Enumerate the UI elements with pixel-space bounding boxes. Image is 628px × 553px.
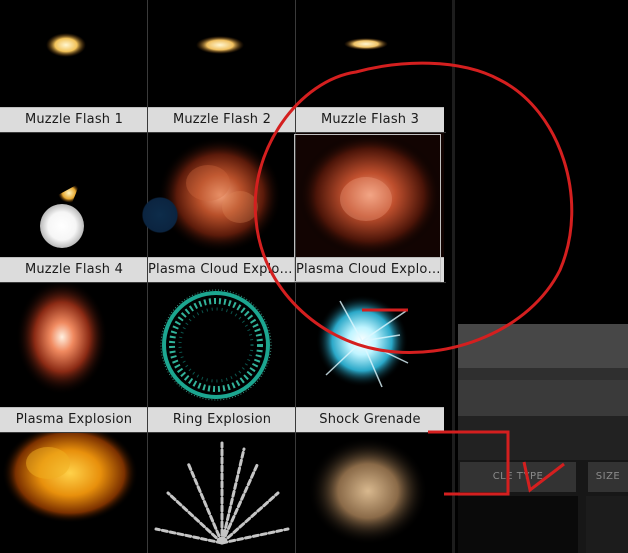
- particle-preview-dot: [40, 204, 84, 248]
- effect-label: Muzzle Flash 3: [296, 107, 444, 132]
- particle-properties-panel: CLE TYPE SIZE: [458, 324, 628, 553]
- panel-toolbar: [458, 380, 628, 416]
- panel-header: [458, 324, 628, 368]
- effect-tile-ring-explosion[interactable]: Ring Explosion: [148, 283, 296, 432]
- effect-tile-muzzle-flash-2[interactable]: Muzzle Flash 2: [148, 0, 296, 132]
- effect-label: Shock Grenade: [296, 407, 444, 432]
- fire-explosion-thumbnail: [2, 433, 138, 523]
- effect-tile-muzzle-flash-3[interactable]: Muzzle Flash 3: [296, 0, 444, 132]
- column-header-particle-type[interactable]: CLE TYPE: [460, 462, 576, 492]
- grid-divider: [147, 0, 148, 553]
- effect-tile-shock-grenade[interactable]: Shock Grenade: [296, 283, 444, 432]
- panel-separator: [458, 368, 628, 380]
- particle-preview-area: [458, 496, 578, 553]
- effect-label: Muzzle Flash 4: [0, 257, 148, 282]
- grid-divider: [0, 432, 446, 433]
- column-header-size[interactable]: SIZE: [588, 462, 628, 492]
- effect-label: Plasma Cloud Explos...: [296, 257, 444, 282]
- effect-tile-spark-burst[interactable]: [148, 433, 296, 553]
- effect-tile-plasma-explosion[interactable]: Plasma Explosion: [0, 283, 148, 432]
- grid-divider: [295, 0, 296, 553]
- grid-divider: [0, 282, 446, 283]
- effect-label: Ring Explosion: [148, 407, 296, 432]
- grid-scrollbar[interactable]: [452, 0, 455, 553]
- size-column-area: [586, 496, 628, 553]
- effect-tile-smoke-cloud[interactable]: [296, 433, 444, 553]
- grid-divider: [0, 132, 446, 133]
- effect-label: Muzzle Flash 2: [148, 107, 296, 132]
- size-control-knob[interactable]: [140, 195, 180, 235]
- effect-label: Plasma Explosion: [0, 407, 148, 432]
- effect-label: Plasma Cloud Explos...: [148, 257, 296, 282]
- effect-thumbnail-grid: Muzzle Flash 1 Muzzle Flash 2 Muzzle Fla…: [0, 0, 446, 553]
- spark-burst-thumbnail: [154, 441, 290, 545]
- effect-tile-fire-explosion[interactable]: [0, 433, 148, 553]
- effect-tile-muzzle-flash-1[interactable]: Muzzle Flash 1: [0, 0, 148, 132]
- effect-label: Muzzle Flash 1: [0, 107, 148, 132]
- effect-tile-plasma-cloud-explosion-b[interactable]: Plasma Cloud Explos...: [296, 133, 444, 282]
- panel-row: [458, 416, 628, 460]
- smoke-cloud-thumbnail: [308, 437, 428, 545]
